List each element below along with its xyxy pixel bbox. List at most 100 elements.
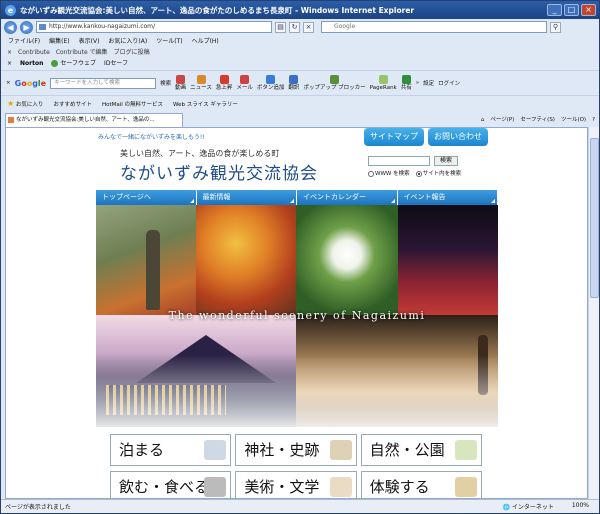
tab-row: ながいずみ観光交流協会:美しい自然、アート、逸品の... ⌂ ページ(P) セー…: [1, 111, 599, 127]
toolbar-add-button[interactable]: ボタン追加: [257, 74, 284, 92]
category-grid: 泊まる 神社・史跡 自然・公園 飲む・食べる 美術・文学 体験する: [110, 434, 482, 498]
category-label: 神社・史跡: [244, 441, 320, 459]
vertical-scrollbar[interactable]: [588, 127, 599, 499]
toolbar-share[interactable]: 共有: [401, 74, 412, 92]
address-bar[interactable]: http://www.kankou-nagaizumi.com/: [36, 21, 272, 33]
menu-help[interactable]: ヘルプ(H): [192, 36, 219, 47]
scrollbar-thumb[interactable]: [590, 138, 599, 298]
stop-button[interactable]: ×: [303, 21, 314, 33]
sitemap-button[interactable]: サイトマップ: [364, 128, 424, 146]
favorites-bar: ★ お気に入り おすすめサイト HotMail の無料サービス Web スライス…: [1, 97, 599, 110]
status-text: ページが表示されました: [5, 504, 71, 511]
nav-event-report[interactable]: イベント報告: [397, 190, 498, 205]
category-label: 美術・文学: [244, 478, 320, 496]
experience-icon: [455, 477, 477, 497]
menu-file[interactable]: ファイル(F): [8, 36, 40, 47]
google-logo: Google: [14, 78, 47, 88]
contribute-edit-button[interactable]: Contribute で編集: [56, 47, 108, 58]
menu-view[interactable]: 表示(V): [79, 36, 100, 47]
close-toolbar-icon[interactable]: ×: [6, 80, 11, 86]
nav-top-page[interactable]: トップページへ: [96, 190, 197, 205]
contact-button[interactable]: お問い合わせ: [428, 128, 488, 146]
popup-icon: [330, 74, 340, 84]
zone-label: インターネット: [511, 504, 554, 511]
close-button[interactable]: ×: [581, 4, 596, 16]
bed-icon: [204, 440, 227, 460]
category-label: 飲む・食べる: [119, 478, 210, 496]
art-icon: [329, 477, 352, 497]
nav-latest-info[interactable]: 最新情報: [196, 190, 297, 205]
close-toolbar-icon[interactable]: ×: [7, 58, 12, 70]
page-menu[interactable]: ページ(P): [490, 113, 514, 127]
login-button[interactable]: ログイン: [438, 79, 460, 87]
favorite-item[interactable]: HotMail の無料サービス: [102, 100, 163, 108]
blog-post-button[interactable]: ブログに投稿: [114, 47, 150, 58]
radio-icon: [368, 170, 374, 177]
google-search-input[interactable]: キーワードを入力して検索: [50, 77, 157, 89]
toolbar-trending[interactable]: 急上昇: [216, 74, 232, 92]
tab-active[interactable]: ながいずみ観光交流協会:美しい自然、アート、逸品の...: [5, 113, 183, 127]
compat-view-icon[interactable]: ▤: [275, 21, 286, 33]
minimize-button[interactable]: _: [547, 4, 562, 16]
category-food[interactable]: 飲む・食べる: [110, 471, 232, 498]
radio-site[interactable]: サイト内を検索: [415, 169, 461, 177]
site-search-input[interactable]: [368, 156, 430, 166]
safe-web-button[interactable]: セーフウェブ: [51, 58, 96, 70]
category-label: 体験する: [369, 478, 430, 496]
refresh-button[interactable]: ↻: [289, 21, 300, 33]
toolbar-news[interactable]: ニュース: [190, 74, 212, 92]
google-search-button[interactable]: 検索: [160, 79, 171, 87]
toolbar-videos[interactable]: 動画: [175, 74, 186, 92]
star-icon: ★: [7, 99, 15, 108]
toolbar-pagerank[interactable]: PageRank: [370, 74, 397, 92]
site-search-button[interactable]: 検索: [434, 156, 458, 166]
contribute-label[interactable]: Contribute: [18, 47, 50, 58]
site-logo[interactable]: ながいずみ観光交流協会: [120, 159, 318, 184]
maximize-button[interactable]: □: [564, 4, 579, 16]
id-safe-button[interactable]: IDセーフ: [104, 58, 128, 70]
nav-event-calendar[interactable]: イベントカレンダー: [297, 190, 398, 205]
window-title: ながいずみ観光交流協会:美しい自然、アート、逸品の食がたのしめるまち長泉町 - …: [20, 5, 415, 15]
radio-www[interactable]: WWW を検索: [368, 169, 410, 177]
favorite-item[interactable]: おすすめサイト: [53, 100, 92, 108]
safe-web-label: セーフウェブ: [60, 60, 97, 67]
forward-button[interactable]: ▶: [20, 20, 33, 34]
shrine-icon: [329, 440, 352, 460]
toolbar-label: 翻訳: [288, 84, 300, 91]
menu-edit[interactable]: 編集(E): [49, 36, 69, 47]
zoom-level[interactable]: 100%: [572, 502, 589, 511]
favorite-item[interactable]: Web スライス ギャラリー: [173, 100, 238, 108]
category-art[interactable]: 美術・文学: [235, 471, 357, 498]
safety-menu[interactable]: セーフティ(S): [520, 113, 555, 127]
help-icon[interactable]: ?: [592, 113, 595, 127]
favorites-button[interactable]: ★ お気に入り: [7, 99, 43, 108]
autumn-leaves-photo: [196, 205, 296, 315]
search-icon[interactable]: ⚲: [550, 21, 561, 33]
search-scope: WWW を検索 サイト内を検索: [368, 169, 461, 177]
more-chevron-icon[interactable]: »: [416, 80, 419, 86]
command-bar: ⌂ ページ(P) セーフティ(S) ツール(O) ?: [481, 113, 599, 127]
toolbar-popup-blocker[interactable]: ポップアップ ブロッカー: [303, 74, 366, 92]
back-button[interactable]: ◀: [4, 20, 17, 34]
home-icon[interactable]: ⌂: [481, 113, 485, 127]
tools-menu[interactable]: ツール(O): [561, 113, 586, 127]
menu-favorites[interactable]: お気に入り(A): [108, 36, 147, 47]
close-toolbar-icon[interactable]: ×: [7, 47, 12, 58]
category-stay[interactable]: 泊まる: [110, 434, 232, 466]
browser-search-input[interactable]: Google: [321, 21, 547, 33]
page-content: みんなで一緒にながいずみを楽しもう!! サイトマップ お問い合わせ 美しい自然、…: [5, 127, 588, 499]
statue-autumn-photo: [96, 205, 196, 315]
check-icon: [51, 60, 59, 67]
park-icon: [455, 440, 477, 460]
add-icon: [266, 74, 276, 84]
white-flowers-photo: [296, 205, 398, 315]
category-experience[interactable]: 体験する: [360, 471, 482, 498]
favorites-label: お気に入り: [15, 102, 44, 108]
toolbar-translate[interactable]: 翻訳: [288, 74, 300, 92]
category-nature[interactable]: 自然・公園: [360, 434, 482, 466]
category-shrines[interactable]: 神社・史跡: [235, 434, 357, 466]
toolbar-mail[interactable]: メール: [236, 74, 253, 92]
settings-button[interactable]: 設定: [423, 79, 434, 87]
menu-tools[interactable]: ツール(T): [156, 36, 182, 47]
share-icon: [401, 74, 411, 84]
